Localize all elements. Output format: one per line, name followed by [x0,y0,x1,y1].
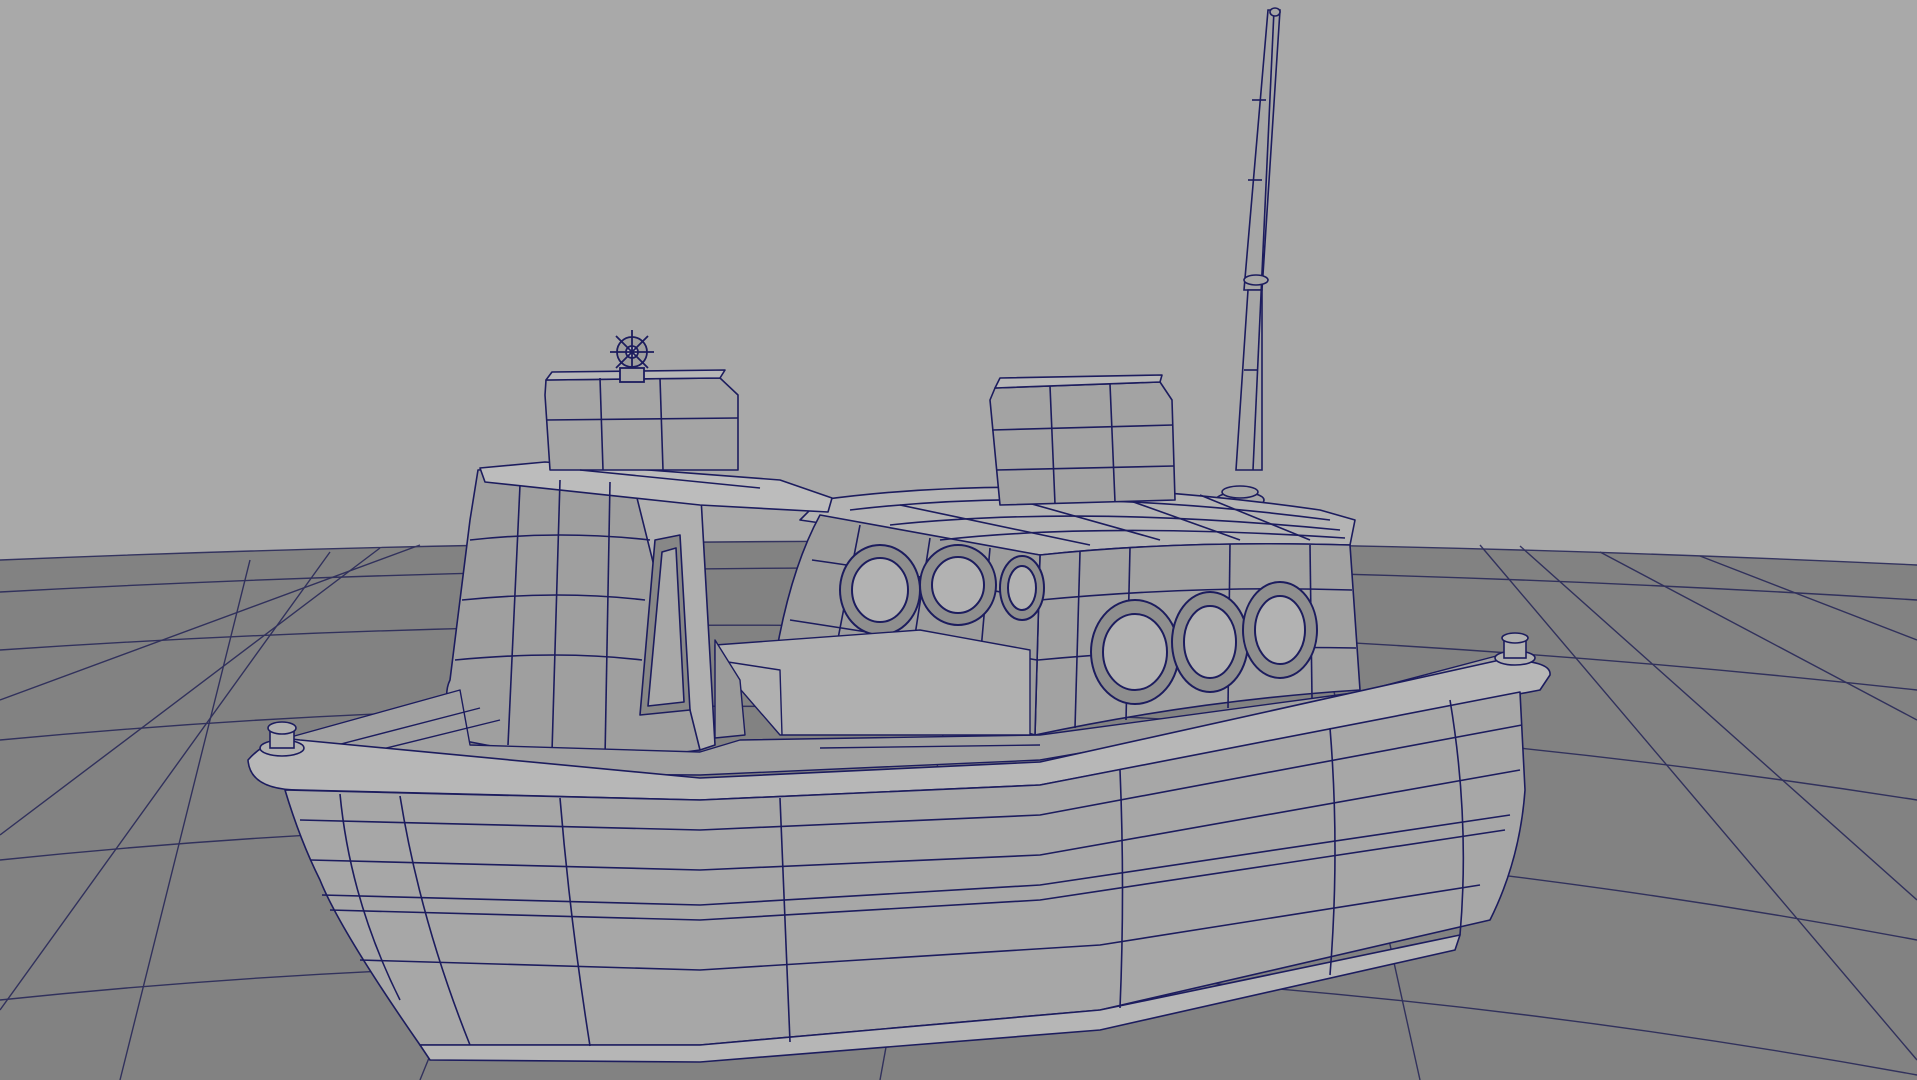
viewport-scene[interactable] [0,0,1917,1080]
cabin-top-box [989,374,1176,506]
3d-viewport[interactable] [0,0,1917,1080]
